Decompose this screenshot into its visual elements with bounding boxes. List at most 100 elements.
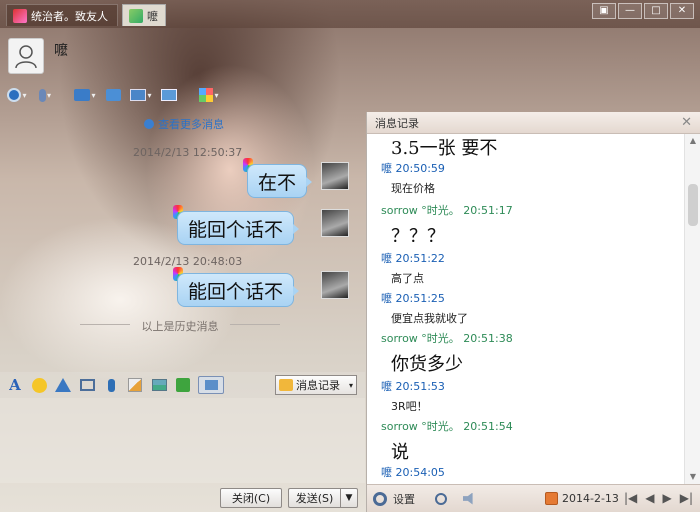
scroll-down-arrow[interactable]: ▼ — [685, 470, 700, 484]
message-records-panel: 消息记录 ✕ 3.5一张 要不嚒 20:50:59 现在价格 sorrow °时光。… — [366, 112, 700, 512]
feature-toolbar — [6, 84, 220, 106]
create-discussion-button[interactable] — [102, 85, 124, 105]
image-icon — [151, 379, 167, 391]
screen-icon — [161, 89, 177, 101]
records-header: 消息记录 ✕ — [367, 112, 700, 134]
gear-icon[interactable] — [373, 491, 387, 506]
film-icon — [79, 379, 95, 391]
microphone-icon — [107, 378, 115, 392]
pencil-icon — [128, 378, 142, 392]
folder-icon — [74, 89, 91, 101]
share-screen-button[interactable] — [158, 85, 180, 105]
message-input[interactable] — [0, 398, 365, 483]
scissors-screen-icon — [204, 380, 218, 390]
more-link-label: 查看更多消息 — [158, 118, 224, 131]
settings-label[interactable]: 设置 — [393, 491, 415, 507]
record-message-text: 现在价格 — [391, 182, 435, 195]
message-timestamp: 2014/2/13 20:48:03 — [133, 255, 243, 268]
voice-message-button[interactable] — [102, 376, 120, 394]
tab-label: 嚒 — [147, 9, 158, 23]
sender-avatar[interactable] — [321, 209, 349, 237]
sender-avatar[interactable] — [321, 271, 349, 299]
speaker-icon[interactable] — [463, 492, 473, 505]
chevron-down-icon: ▼ — [345, 493, 353, 503]
gif-button[interactable] — [78, 376, 96, 394]
send-options-button[interactable]: ▼ — [340, 488, 358, 508]
send-file-button[interactable] — [74, 85, 96, 105]
send-button[interactable]: 发送(S) — [288, 488, 340, 508]
tab-current-chat[interactable]: 嚒 — [122, 4, 166, 26]
maximize-button[interactable]: □ — [644, 3, 668, 19]
skin-button[interactable]: ▣ — [592, 3, 616, 19]
screenshot-button[interactable] — [198, 376, 224, 394]
records-scrollbar[interactable]: ▲ ▼ — [684, 134, 700, 484]
shake-icon — [55, 378, 71, 392]
remote-desktop-button[interactable] — [130, 85, 152, 105]
record-sender-time: 嚒 20:51:25 — [381, 292, 445, 305]
money-icon — [176, 378, 190, 392]
font-button[interactable]: A — [6, 376, 24, 394]
monitor-icon — [130, 89, 147, 101]
record-message-text: 你货多少 — [391, 354, 463, 375]
next-page-icon[interactable]: ▶ — [662, 491, 671, 505]
send-image-button[interactable] — [150, 376, 168, 394]
apps-grid-icon — [199, 88, 214, 102]
record-message-text: 高了点 — [391, 272, 424, 285]
record-message-text: 3R吧！ — [391, 400, 428, 413]
record-message-text: 便宜点我就收了 — [391, 312, 468, 325]
view-more-messages-link[interactable]: 查看更多消息 — [144, 116, 224, 132]
chevron-down-icon: ▾ — [348, 380, 353, 390]
tab-label: 统治者。致友人 — [31, 9, 108, 23]
prev-page-icon[interactable]: ◀ — [645, 491, 654, 505]
record-sender-time: 嚒 20:51:22 — [381, 252, 445, 265]
apps-button[interactable] — [198, 85, 220, 105]
contact-avatar-icon — [129, 8, 143, 23]
chat-bubble: 能回个话不 — [177, 273, 300, 307]
minimize-button[interactable]: — — [618, 3, 642, 19]
calendar-icon — [545, 492, 558, 505]
scroll-thumb[interactable] — [688, 184, 698, 226]
title-bar: 统治者。致友人 嚒 ▣ — □ ✕ — [0, 0, 700, 28]
date-picker[interactable]: 2014-2-13 — [545, 492, 619, 505]
microphone-icon — [38, 88, 46, 102]
scroll-up-arrow[interactable]: ▲ — [685, 134, 700, 148]
camera-icon — [7, 88, 22, 102]
record-sender-time: 嚒 20:51:53 — [381, 380, 445, 393]
last-page-icon[interactable]: ▶| — [680, 491, 693, 505]
records-icon — [279, 379, 293, 391]
sender-avatar[interactable] — [321, 162, 349, 190]
records-button-label: 消息记录 — [296, 379, 340, 392]
records-list[interactable]: 3.5一张 要不嚒 20:50:59 现在价格 sorrow °时光。 20:51:… — [367, 134, 685, 484]
close-panel-icon[interactable]: ✕ — [681, 115, 692, 130]
user-silhouette-icon — [15, 45, 37, 69]
video-call-button[interactable] — [6, 85, 28, 105]
contact-avatar[interactable] — [8, 38, 44, 74]
close-window-button[interactable]: ✕ — [670, 3, 694, 19]
chat-bubble: 在不 — [247, 164, 313, 198]
record-sender-time: 嚒 20:50:59 — [381, 162, 445, 175]
chat-bubble: 能回个话不 — [177, 211, 300, 245]
records-footer: 设置 2014-2-13 |◀ ◀ ▶ ▶| — [367, 484, 700, 512]
add-chat-icon — [105, 89, 121, 101]
first-page-icon[interactable]: |◀ — [624, 491, 637, 505]
smiley-icon — [31, 377, 47, 393]
contact-name: 嚒 — [54, 43, 68, 59]
record-message-text: ？？？ — [391, 226, 445, 247]
close-button[interactable]: 关闭(C) — [220, 488, 282, 508]
doodle-button[interactable] — [126, 376, 144, 394]
message-records-button[interactable]: 消息记录 ▾ — [275, 375, 357, 395]
tab-group-chat[interactable]: 统治者。致友人 — [6, 4, 118, 26]
search-icon[interactable] — [435, 492, 447, 505]
clock-icon — [144, 119, 154, 129]
red-packet-button[interactable] — [174, 376, 192, 394]
shake-button[interactable] — [54, 376, 72, 394]
history-separator: 以上是历史消息 — [80, 318, 280, 334]
date-label: 2014-2-13 — [562, 492, 619, 505]
record-message-text: 说 — [391, 442, 409, 463]
record-sender-time: sorrow °时光。 20:51:38 — [381, 332, 513, 345]
record-sender-time: sorrow °时光。 20:51:54 — [381, 420, 513, 433]
font-a-icon: A — [9, 376, 21, 394]
voice-call-button[interactable] — [34, 85, 56, 105]
record-message-text: 3.5一张 要不 — [391, 138, 498, 159]
emoji-button[interactable] — [30, 376, 48, 394]
